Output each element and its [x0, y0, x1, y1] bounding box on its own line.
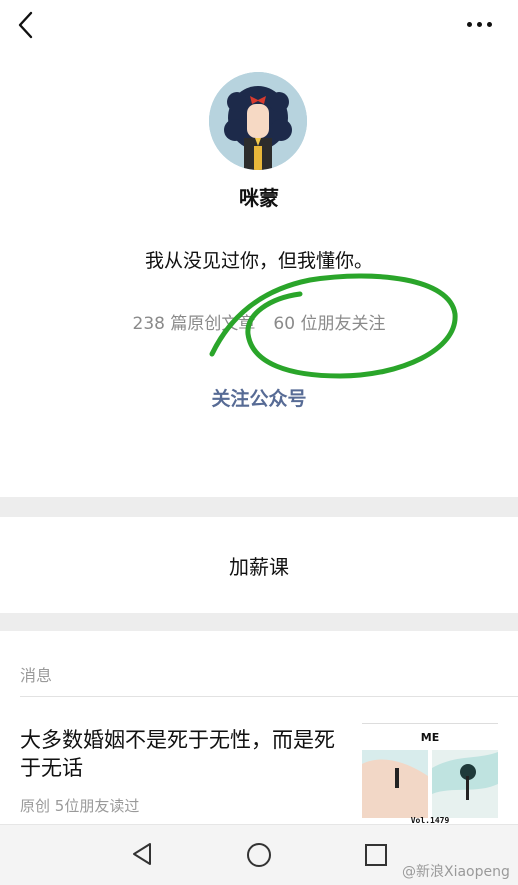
original-tag: 原创 — [20, 797, 51, 815]
section-divider — [0, 613, 518, 631]
thumb-title: ME — [421, 731, 439, 744]
more-dots-icon — [466, 21, 472, 27]
nav-home-icon[interactable] — [246, 842, 272, 868]
highlight-circle-annotation — [209, 273, 458, 379]
follow-button[interactable]: 关注公众号 — [0, 384, 518, 411]
account-bio: 我从没见过你，但我懂你。 — [144, 250, 373, 272]
menu-item-raise-course[interactable]: 加薪课 — [0, 517, 518, 613]
back-button[interactable] — [14, 10, 40, 40]
back-arrow-icon — [18, 11, 33, 39]
avatar[interactable] — [209, 72, 307, 170]
read-info: 5位朋友读过 — [54, 797, 140, 815]
more-dots-icon — [486, 21, 492, 27]
thumb-vol: Vol.1479 — [411, 816, 450, 824]
article-title[interactable]: 大多数婚姻不是死于无性，而是死于无话 — [20, 726, 340, 782]
thumbnail-image: ME Vol.1479 — [362, 724, 498, 825]
divider — [20, 696, 518, 697]
messages-section-title: 消息 — [20, 666, 53, 685]
nav-recent-icon[interactable] — [364, 843, 388, 867]
section-divider — [0, 497, 518, 517]
account-name: 咪蒙 — [239, 186, 279, 210]
nav-back-icon[interactable] — [128, 840, 156, 868]
article-meta: 原创 5位朋友读过 — [20, 795, 139, 816]
more-button[interactable] — [462, 12, 496, 36]
avatar-illustration — [209, 72, 307, 170]
more-dots-icon — [476, 21, 482, 27]
article-thumbnail[interactable]: ME Vol.1479 — [362, 723, 498, 825]
watermark: @新浪Xiaopeng — [402, 864, 510, 880]
